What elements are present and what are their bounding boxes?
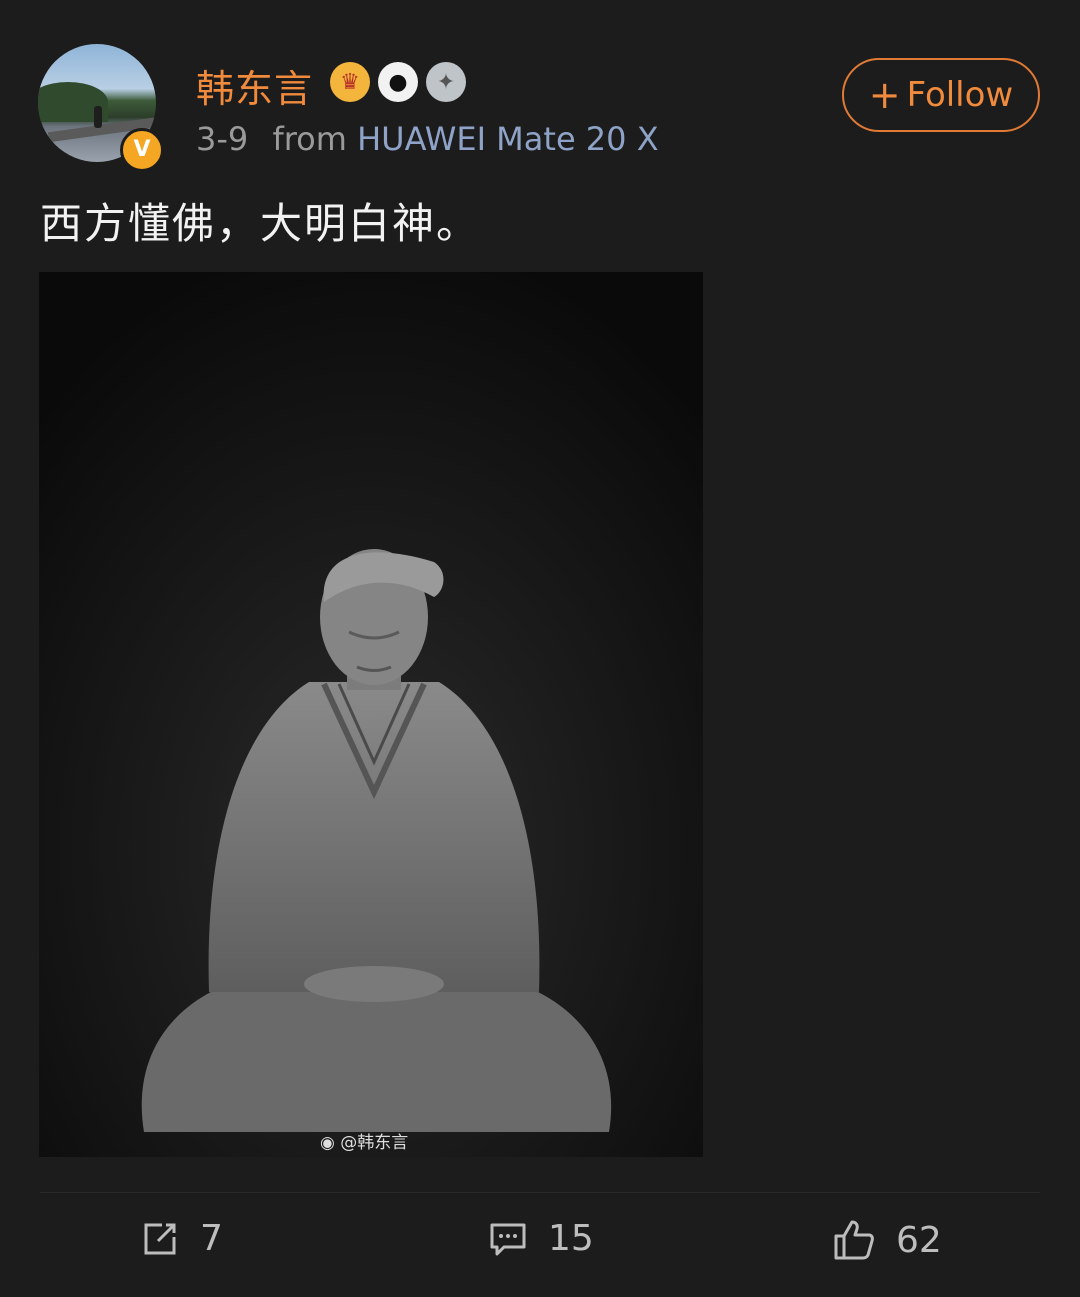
share-button[interactable]: 7 [140,1218,223,1259]
post-image[interactable] [39,272,703,1157]
author-name[interactable]: 韩东言 [196,58,313,113]
follow-label: Follow [906,75,1014,115]
thumbs-up-icon [834,1220,874,1260]
comment-button[interactable]: 15 [488,1218,594,1259]
post-date: 3-9 [196,120,249,158]
from-label: from [272,120,347,158]
panda-badge-icon[interactable]: ● [378,62,418,102]
avatar-person [94,106,102,128]
comment-count: 15 [548,1218,594,1259]
post-text: 西方懂佛，大明白神。 [40,199,481,248]
like-button[interactable]: 62 [832,1218,942,1262]
medal-badge-icon[interactable]: ✦ [426,62,466,102]
verified-badge: V [120,128,164,172]
follow-button[interactable]: + Follow [842,58,1040,132]
statue-illustration [39,272,703,1157]
crown-badge-icon[interactable]: ♛ [330,62,370,102]
source-device[interactable]: HUAWEI Mate 20 X [357,120,659,158]
image-watermark: ◉ @韩东言 [320,1133,409,1153]
share-icon [144,1223,176,1254]
weibo-logo-icon: ◉ [320,1133,335,1153]
like-count: 62 [896,1219,942,1261]
comment-icon [490,1223,526,1255]
plus-icon: + [868,73,901,117]
post-meta: 3-9 from HUAWEI Mate 20 X [196,120,659,158]
share-count: 7 [200,1218,223,1259]
user-badges: ♛ ● ✦ [330,62,466,102]
divider [40,1192,1040,1193]
